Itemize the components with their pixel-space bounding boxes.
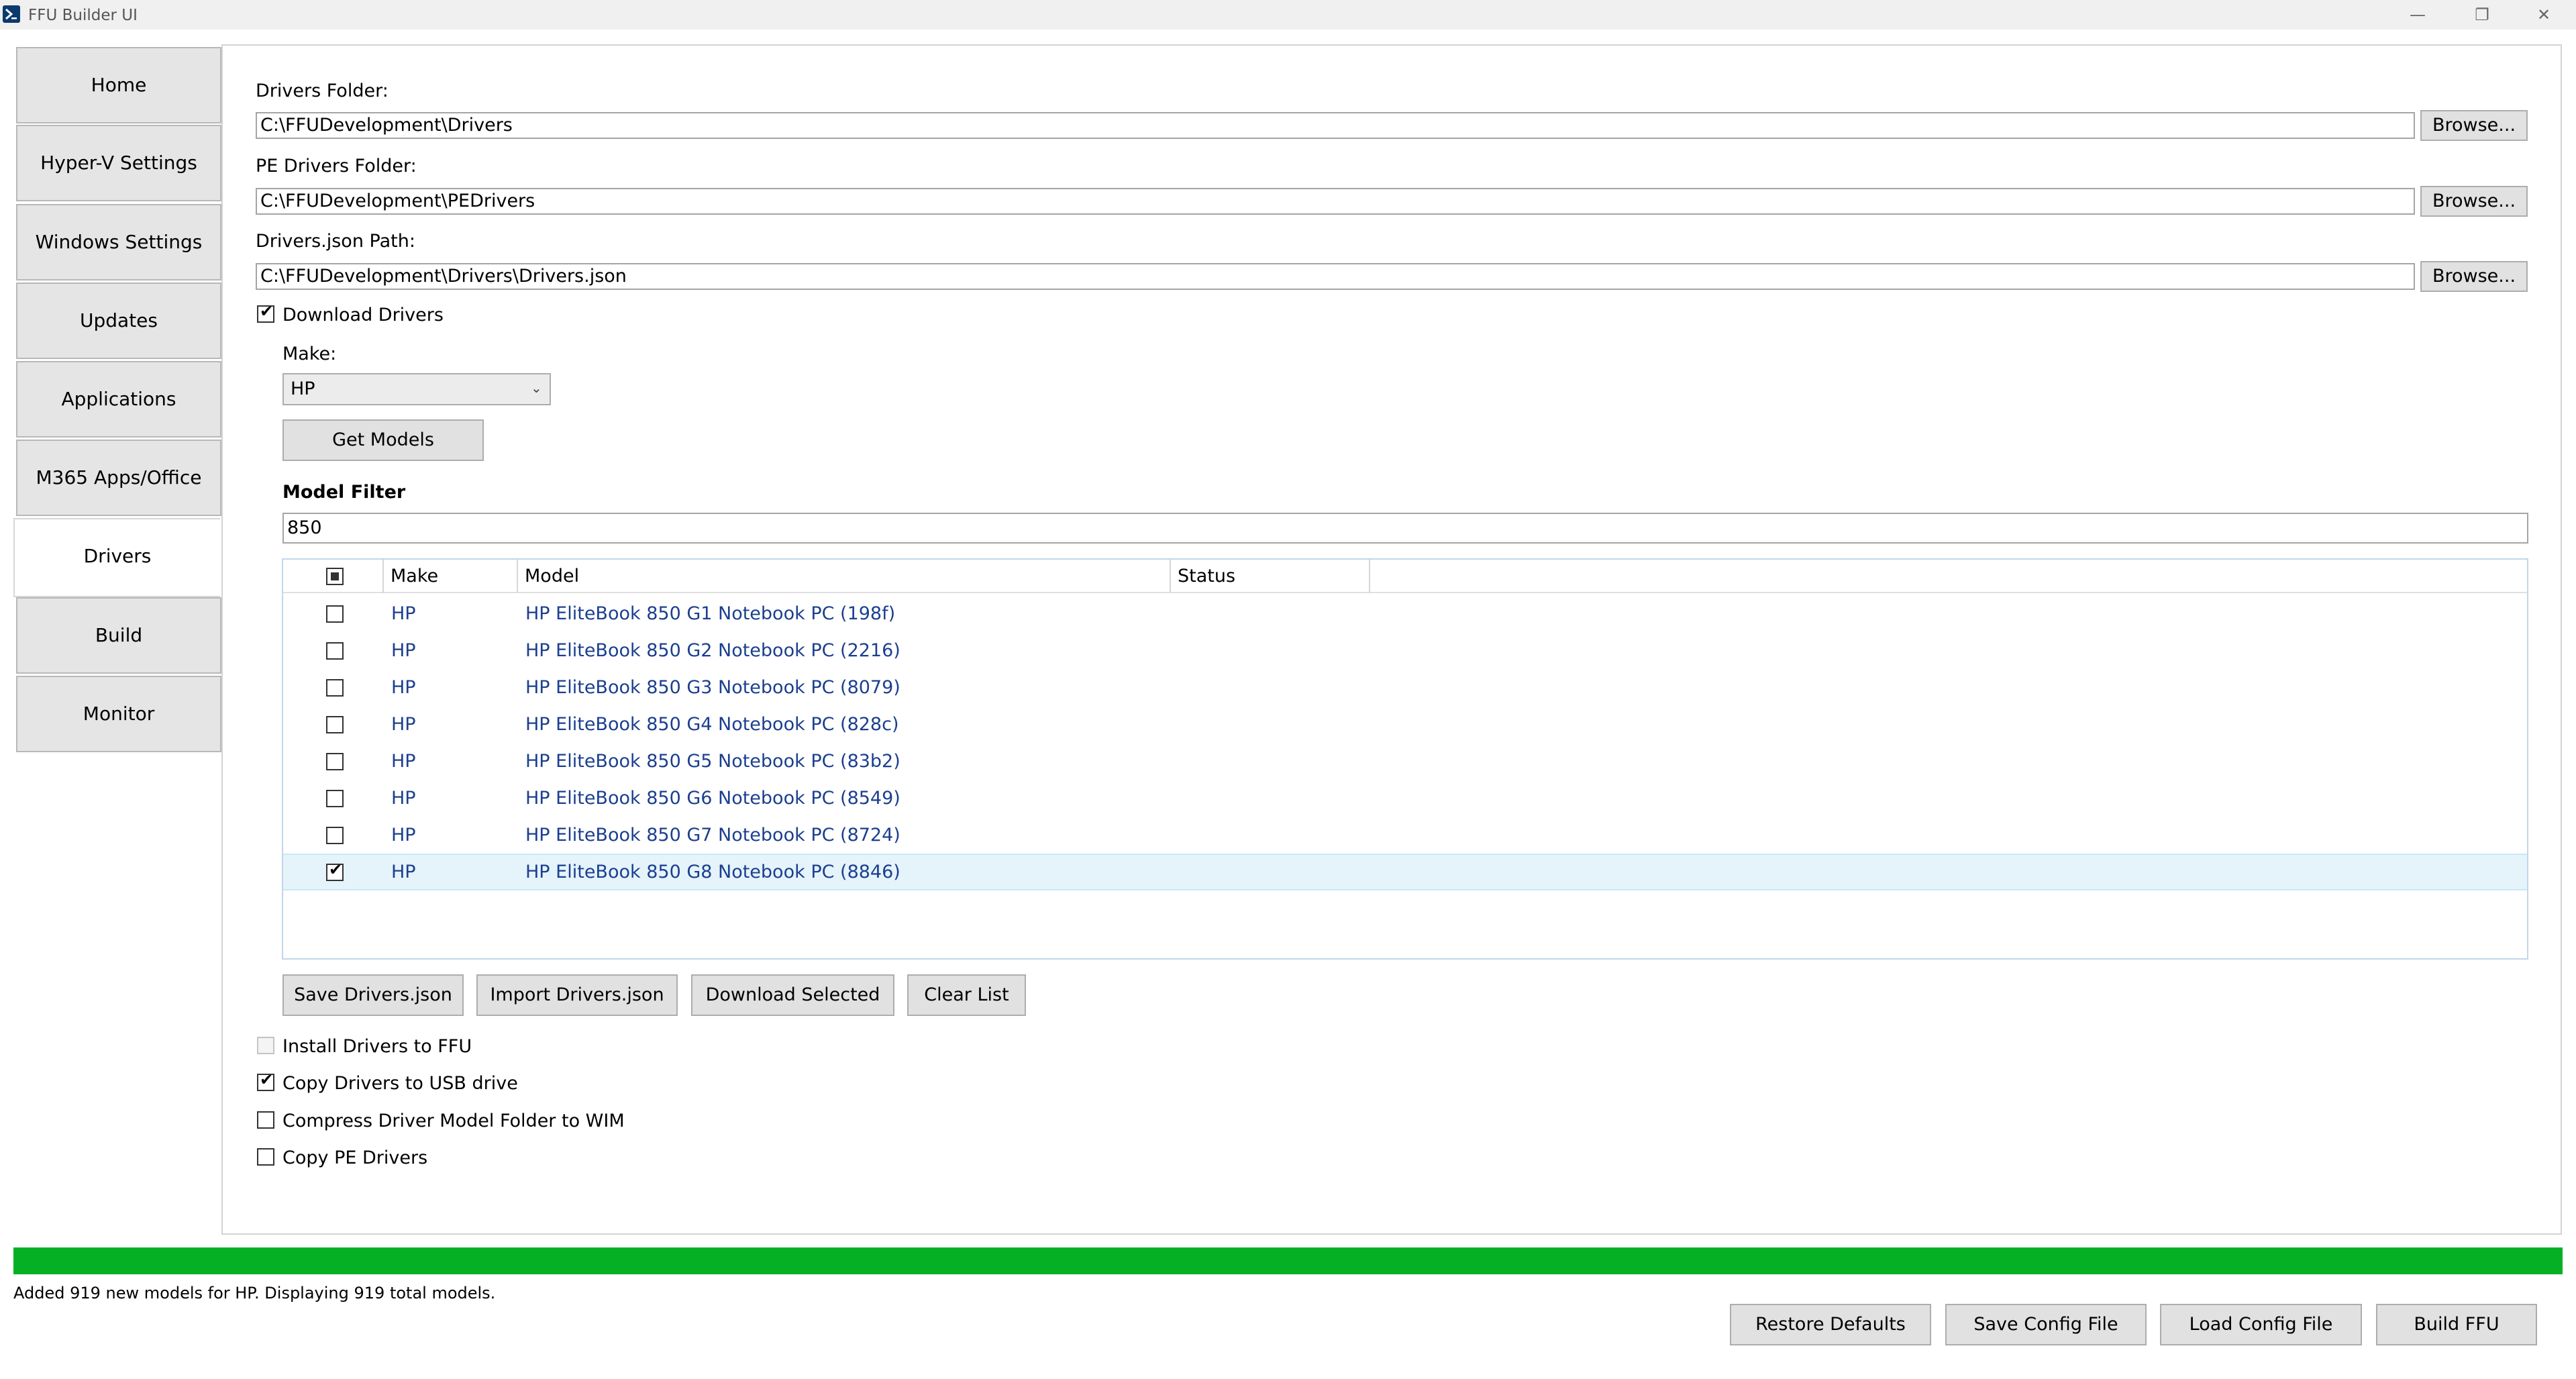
row-model: HP EliteBook 850 G5 Notebook PC (83b2) (525, 751, 900, 772)
nav-home[interactable]: Home (16, 47, 221, 123)
nav-build[interactable]: Build (16, 597, 221, 674)
row-make: HP (391, 640, 416, 661)
drivers-json-label: Drivers.json Path: (256, 231, 415, 252)
pe-drivers-folder-label: PE Drivers Folder: (256, 156, 417, 176)
table-row[interactable]: HP HP EliteBook 850 G6 Notebook PC (8549… (283, 780, 2527, 817)
row-model: HP EliteBook 850 G1 Notebook PC (198f) (525, 603, 896, 624)
table-row[interactable]: HP HP EliteBook 850 G3 Notebook PC (8079… (283, 669, 2527, 706)
install-drivers-to-ffu-checkbox[interactable] (257, 1037, 274, 1054)
make-label: Make: (282, 344, 337, 364)
clear-list-button[interactable]: Clear List (907, 974, 1026, 1016)
column-header-status[interactable]: Status (1171, 560, 1370, 593)
model-filter-input[interactable]: 850 (282, 513, 2528, 544)
row-checkbox[interactable] (326, 827, 344, 844)
get-models-button[interactable]: Get Models (282, 419, 484, 461)
table-row-selected[interactable]: HP HP EliteBook 850 G8 Notebook PC (8846… (283, 854, 2527, 890)
status-text: Added 919 new models for HP. Displaying … (13, 1284, 496, 1303)
drivers-folder-input[interactable]: C:\FFUDevelopment\Drivers (256, 112, 2415, 139)
nav-windows-settings[interactable]: Windows Settings (16, 204, 221, 280)
drivers-folder-browse-button[interactable]: Browse... (2420, 110, 2528, 141)
row-checkbox[interactable] (326, 860, 344, 881)
table-row[interactable]: HP HP EliteBook 850 G1 Notebook PC (198f… (283, 595, 2527, 632)
models-grid[interactable]: Make Model Status HP HP EliteBook 850 G1… (282, 558, 2528, 960)
pe-drivers-folder-input[interactable]: C:\FFUDevelopment\PEDrivers (256, 188, 2415, 215)
table-row[interactable]: HP HP EliteBook 850 G7 Notebook PC (8724… (283, 817, 2527, 854)
make-dropdown-value: HP (291, 378, 315, 399)
copy-drivers-usb-label: Copy Drivers to USB drive (282, 1073, 518, 1094)
nav-hyperv-settings[interactable]: Hyper-V Settings (16, 125, 221, 201)
drivers-json-browse-button[interactable]: Browse... (2420, 261, 2528, 292)
row-checkbox[interactable] (326, 753, 344, 770)
row-model: HP EliteBook 850 G2 Notebook PC (2216) (525, 640, 900, 661)
table-row[interactable]: HP HP EliteBook 850 G4 Notebook PC (828c… (283, 706, 2527, 743)
compress-driver-wim-checkbox[interactable] (257, 1111, 274, 1129)
grid-header: Make Model Status (283, 560, 2527, 593)
row-make: HP (391, 862, 416, 882)
row-make: HP (391, 677, 416, 698)
row-checkbox[interactable] (326, 642, 344, 660)
drivers-json-input[interactable]: C:\FFUDevelopment\Drivers\Drivers.json (256, 263, 2415, 290)
row-model: HP EliteBook 850 G4 Notebook PC (828c) (525, 714, 899, 735)
progress-bar (13, 1247, 2563, 1274)
minimize-button[interactable]: — (2385, 0, 2450, 30)
make-dropdown[interactable]: HP ⌄ (282, 373, 551, 405)
save-drivers-json-button[interactable]: Save Drivers.json (282, 974, 464, 1016)
compress-driver-wim-label: Compress Driver Model Folder to WIM (282, 1111, 625, 1131)
copy-pe-drivers-checkbox[interactable] (257, 1148, 274, 1166)
download-drivers-label: Download Drivers (282, 305, 444, 325)
save-config-button[interactable]: Save Config File (1945, 1304, 2147, 1345)
row-make: HP (391, 714, 416, 735)
nav-applications[interactable]: Applications (16, 361, 221, 438)
row-make: HP (391, 825, 416, 846)
row-model: HP EliteBook 850 G6 Notebook PC (8549) (525, 788, 900, 809)
restore-defaults-button[interactable]: Restore Defaults (1730, 1304, 1931, 1345)
row-model: HP EliteBook 850 G3 Notebook PC (8079) (525, 677, 900, 698)
row-checkbox[interactable] (326, 679, 344, 697)
copy-drivers-usb-checkbox[interactable] (257, 1070, 274, 1091)
nav-drivers[interactable]: Drivers (13, 518, 220, 597)
window-title: FFU Builder UI (28, 7, 138, 24)
row-model: HP EliteBook 850 G8 Notebook PC (8846) (525, 862, 900, 882)
column-header-make[interactable]: Make (384, 560, 518, 593)
row-make: HP (391, 751, 416, 772)
select-all-column-header (283, 560, 384, 593)
row-make: HP (391, 603, 416, 624)
powershell-icon (3, 5, 20, 23)
row-make: HP (391, 788, 416, 809)
install-drivers-to-ffu-label: Install Drivers to FFU (282, 1036, 472, 1057)
close-button[interactable]: ✕ (2512, 0, 2576, 30)
load-config-button[interactable]: Load Config File (2160, 1304, 2362, 1345)
build-ffu-button[interactable]: Build FFU (2376, 1304, 2537, 1345)
model-filter-label: Model Filter (282, 482, 406, 503)
restore-button[interactable]: ❐ (2450, 0, 2514, 30)
copy-pe-drivers-label: Copy PE Drivers (282, 1147, 428, 1168)
pe-drivers-folder-browse-button[interactable]: Browse... (2420, 186, 2528, 217)
row-checkbox[interactable] (326, 605, 344, 623)
download-selected-button[interactable]: Download Selected (691, 974, 894, 1016)
nav-m365-apps[interactable]: M365 Apps/Office (16, 440, 221, 516)
nav-updates[interactable]: Updates (16, 283, 221, 359)
chevron-down-icon: ⌄ (531, 380, 542, 396)
download-drivers-checkbox[interactable] (257, 302, 274, 323)
row-model: HP EliteBook 850 G7 Notebook PC (8724) (525, 825, 900, 846)
column-header-model[interactable]: Model (518, 560, 1171, 593)
table-row[interactable]: HP HP EliteBook 850 G5 Notebook PC (83b2… (283, 743, 2527, 780)
select-all-checkbox[interactable] (326, 568, 344, 585)
row-checkbox[interactable] (326, 716, 344, 733)
title-bar: FFU Builder UI — ❐ ✕ (0, 0, 2576, 30)
table-row[interactable]: HP HP EliteBook 850 G2 Notebook PC (2216… (283, 632, 2527, 669)
drivers-folder-label: Drivers Folder: (256, 81, 389, 101)
import-drivers-json-button[interactable]: Import Drivers.json (476, 974, 678, 1016)
nav-monitor[interactable]: Monitor (16, 676, 221, 752)
row-checkbox[interactable] (326, 790, 344, 807)
